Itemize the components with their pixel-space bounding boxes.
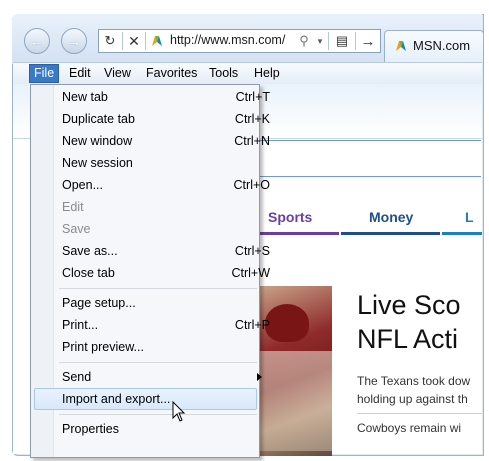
menu-item-label: Save as... [62,244,118,258]
menu-view[interactable]: View [100,65,135,82]
menu-item-shortcut: Ctrl+T [235,90,270,104]
menu-item-label: Duplicate tab [62,112,135,126]
menu-item-send[interactable]: Send [62,367,272,387]
menu-divider [59,288,257,289]
menu-edit[interactable]: Edit [65,65,95,82]
headline-line-2[interactable]: NFL Acti [357,324,458,355]
msn-butterfly-icon [396,41,406,51]
menu-item-label: Edit [62,200,84,214]
menu-item-save-as[interactable]: Save as... Ctrl+S [62,241,272,261]
menu-item-label: Open... [62,178,103,192]
menu-item-shortcut: Ctrl+S [234,244,270,258]
menu-file[interactable]: File [29,64,60,83]
back-button[interactable]: ← [24,28,50,54]
headline-line-1[interactable]: Live Sco [357,290,461,321]
menu-item-open[interactable]: Open... Ctrl+O [62,175,272,195]
menu-item-duplicate-tab[interactable]: Duplicate tab Ctrl+K [62,109,272,129]
more-underline [442,232,482,235]
menu-tools[interactable]: Tools [205,65,242,82]
menu-item-new-window[interactable]: New window Ctrl+N [62,131,272,151]
menu-item-shortcut: Ctrl+P [234,318,270,332]
search-box-top [255,140,481,141]
story-line-1[interactable]: The Texans took dow [357,374,470,388]
menu-item-label: Save [62,222,91,236]
menu-divider [59,414,257,415]
menu-item-print-preview[interactable]: Print preview... [62,337,272,357]
forward-arrow-icon: → [66,32,82,50]
dropdown-icon[interactable]: ▾ [313,30,327,52]
menu-item-label: Page setup... [62,296,136,310]
menu-item-save: Save [62,219,272,239]
nav-sports[interactable]: Sports [268,209,312,225]
msn-butterfly-icon [152,36,162,46]
menu-item-shortcut: Ctrl+K [234,112,270,126]
compatibility-icon[interactable]: ▤ [330,30,354,52]
tab-title: MSN.com [413,38,471,53]
menu-item-label: Properties [62,422,119,436]
menu-item-shortcut: Ctrl+O [233,178,270,192]
menu-item-label: Close tab [62,266,115,280]
menu-bar: File Edit View Favorites Tools Help [13,62,482,85]
nav-money[interactable]: Money [369,209,413,225]
menu-item-new-tab[interactable]: New tab Ctrl+T [62,87,272,107]
menu-item-print[interactable]: Print... Ctrl+P [62,315,272,335]
menu-item-label: Print... [62,318,99,332]
menu-item-label: New tab [62,90,108,104]
address-bar[interactable]: ↻ ✕ http://www.msn.com/ ⚲ ▾ ▤ → [98,29,381,53]
nav-more[interactable]: L [465,209,474,225]
refresh-icon[interactable]: ↻ [99,30,121,52]
money-underline [341,232,440,235]
menu-item-new-session[interactable]: New session [62,153,272,173]
menu-item-label: Print preview... [62,340,144,354]
go-arrow-icon[interactable]: → [356,30,380,52]
story-line-3[interactable]: Cowboys remain wi [357,421,461,435]
story-line-2[interactable]: holding up against th [357,392,468,406]
file-menu-dropdown: New tab Ctrl+T Duplicate tab Ctrl+K New … [30,84,270,458]
menu-item-label: New window [62,134,133,148]
menu-item-label: New session [62,156,133,170]
menu-item-page-setup[interactable]: Page setup... [62,293,272,313]
menu-item-label: Send [62,370,92,384]
search-icon[interactable]: ⚲ [295,30,313,52]
menu-favorites[interactable]: Favorites [142,65,201,82]
menu-help[interactable]: Help [250,65,284,82]
url-text[interactable]: http://www.msn.com/ [170,33,285,47]
screenshot: ← → ↻ ✕ http://www.msn.com/ ⚲ ▾ ▤ → MSN.… [0,0,489,461]
search-box-bottom[interactable] [255,176,481,177]
menu-item-shortcut: Ctrl+N [234,134,270,148]
menu-item-properties[interactable]: Properties [62,419,272,439]
menu-item-label: Import and export... [62,392,171,406]
menu-item-import-export[interactable]: Import and export... [34,388,257,410]
menu-item-close-tab[interactable]: Close tab Ctrl+W [62,263,272,283]
stop-icon[interactable]: ✕ [123,30,145,52]
menu-item-edit: Edit [62,197,272,217]
submenu-arrow-icon [257,373,262,381]
mouse-pointer-icon [172,401,186,422]
tab-msn[interactable]: MSN.com [384,30,484,62]
menu-item-shortcut: Ctrl+W [231,266,270,280]
story-divider [357,413,482,414]
forward-button[interactable]: → [61,28,87,54]
menu-divider [59,362,257,363]
back-arrow-icon: ← [29,32,45,50]
